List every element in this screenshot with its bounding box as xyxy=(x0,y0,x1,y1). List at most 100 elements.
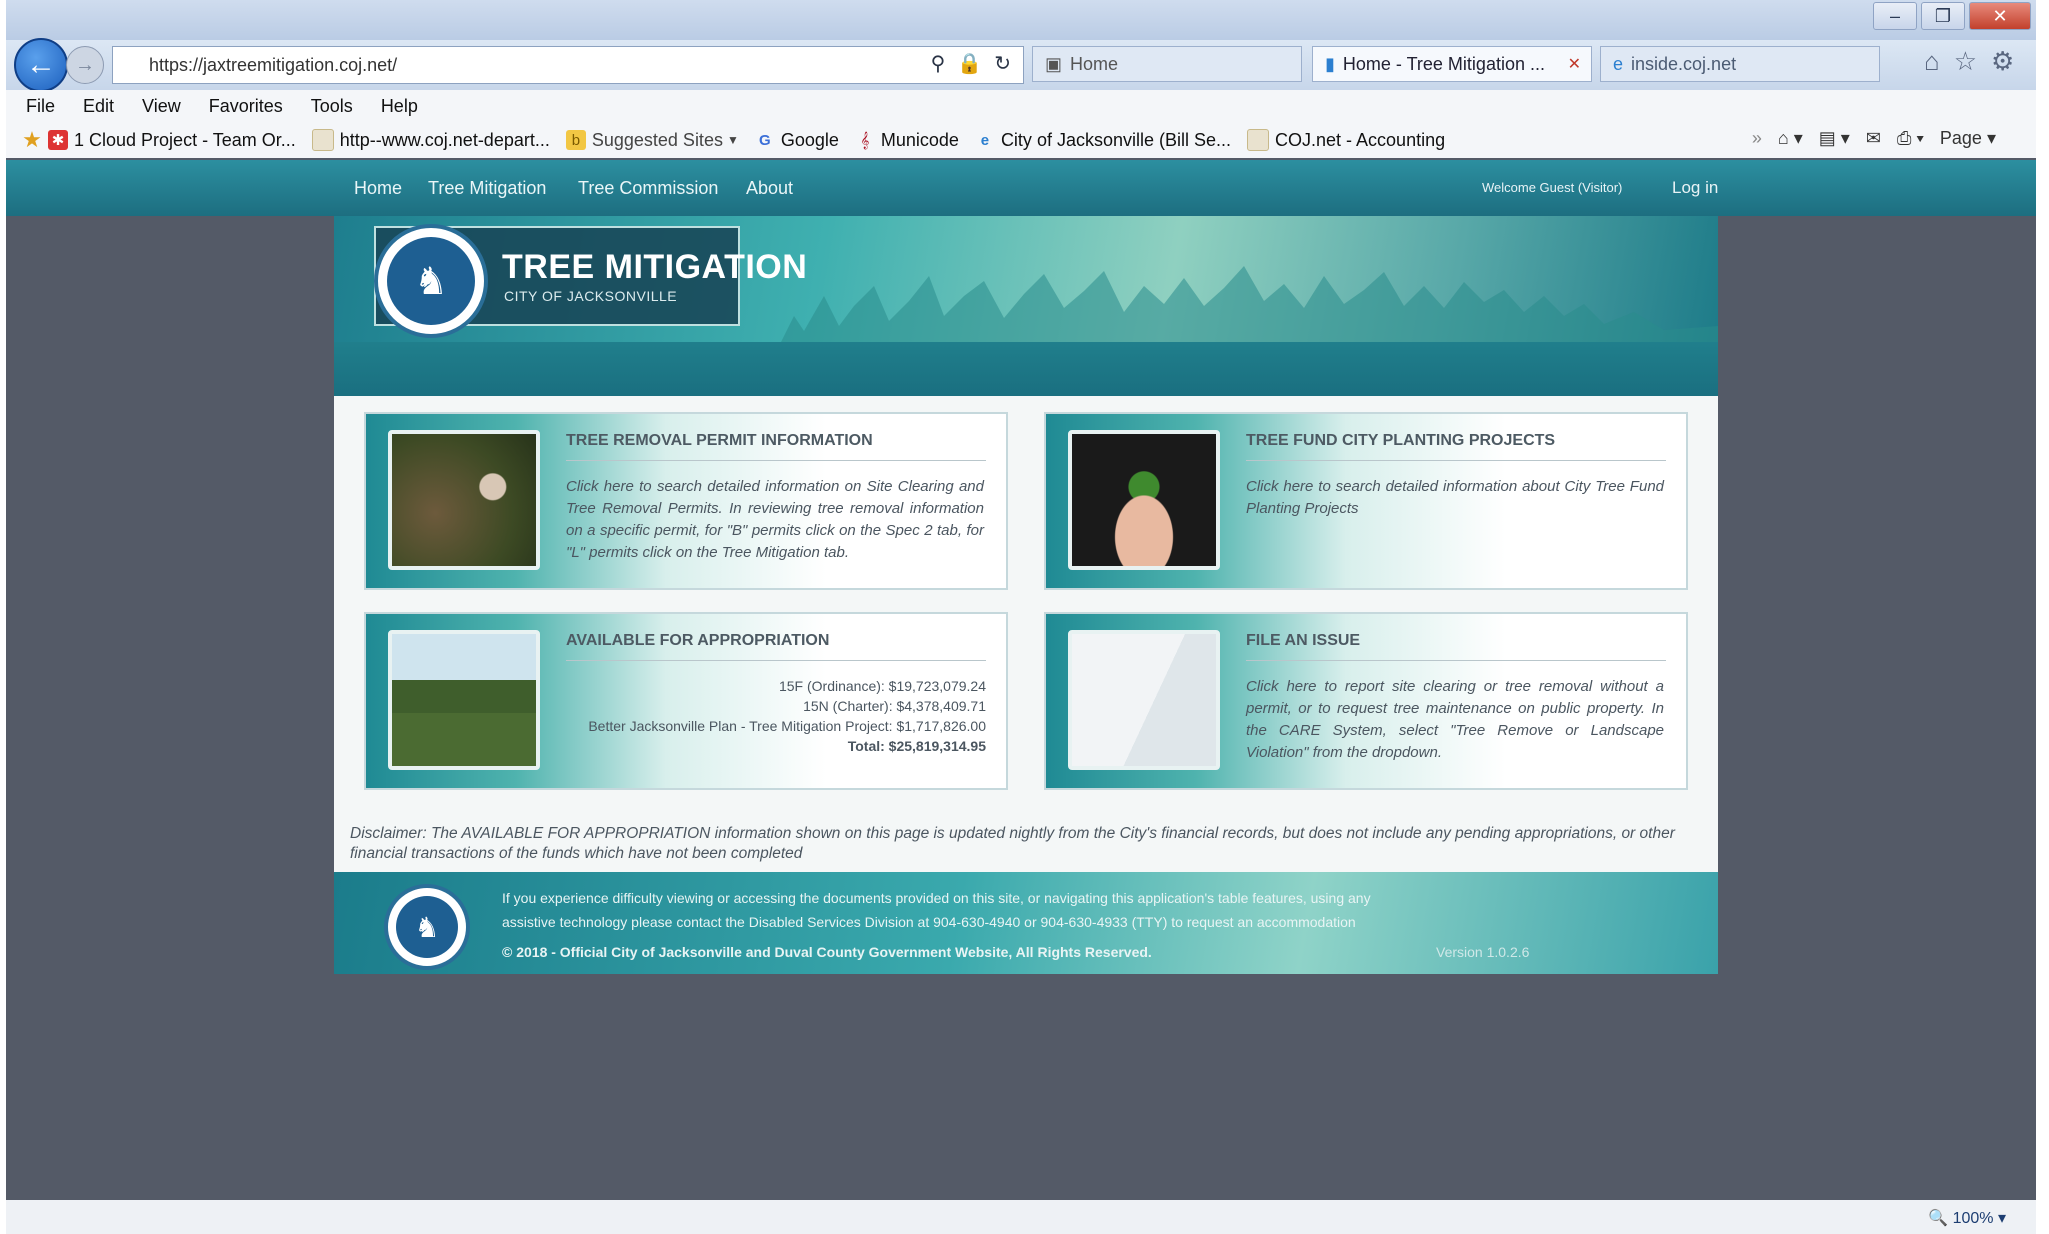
window-controls: – ❐ ✕ xyxy=(1873,2,2031,30)
card-appropriation[interactable]: AVAILABLE FOR APPROPRIATION 15F (Ordinan… xyxy=(364,612,1008,790)
horse-rider-icon: ♞ xyxy=(396,896,458,958)
menu-favorites[interactable]: Favorites xyxy=(209,96,283,117)
forward-button[interactable]: → xyxy=(66,46,104,84)
banner-strip xyxy=(334,342,1718,396)
card-title: TREE FUND CITY PLANTING PROJECTS xyxy=(1246,432,1556,449)
command-bar: » ⌂ ▾ ▤ ▾ ✉ ⎙ ▾ Page ▾ xyxy=(1752,128,1996,149)
address-bar[interactable]: https://jaxtreemitigation.coj.net/ ⚲ 🔒 ↻ xyxy=(112,46,1024,84)
menu-tools[interactable]: Tools xyxy=(311,96,353,117)
menu-view[interactable]: View xyxy=(142,96,181,117)
card-file-issue[interactable]: FILE AN ISSUE Click here to report site … xyxy=(1044,612,1688,790)
nav-home[interactable]: Home xyxy=(354,178,402,199)
more-chevron-icon[interactable]: » xyxy=(1752,128,1762,149)
favorite-label: http--www.coj.net-depart... xyxy=(339,129,550,150)
arrow-left-icon: ← xyxy=(26,48,56,81)
favorite-municode[interactable]: 𝄞 Municode xyxy=(855,129,959,151)
card-body: Click here to report site clearing or tr… xyxy=(1246,678,1664,761)
card-body: Click here to search detailed informatio… xyxy=(1246,478,1664,517)
home-icon[interactable]: ⌂ ▾ xyxy=(1778,128,1803,149)
card-tree-removal[interactable]: TREE REMOVAL PERMIT INFORMATION Click he… xyxy=(364,412,1008,590)
back-button[interactable]: ← xyxy=(14,38,68,92)
nav-about[interactable]: About xyxy=(746,178,793,199)
favorite-coj-depart[interactable]: http--www.coj.net-depart... xyxy=(311,129,550,151)
nav-tree-commission[interactable]: Tree Commission xyxy=(578,178,718,199)
copyright-text: © 2018 - Official City of Jacksonville a… xyxy=(502,944,1152,960)
menu-file[interactable]: File xyxy=(26,96,55,117)
favorite-label: Suggested Sites xyxy=(591,129,723,150)
minimize-button[interactable]: – xyxy=(1873,2,1917,30)
rss-icon[interactable]: ▤ ▾ xyxy=(1819,128,1850,149)
city-seal-logo[interactable]: ♞ xyxy=(374,224,488,338)
close-window-button[interactable]: ✕ xyxy=(1969,2,2031,30)
search-icon[interactable]: ⚲ xyxy=(931,51,946,76)
card-title: AVAILABLE FOR APPROPRIATION xyxy=(566,632,830,649)
favorites-star-icon[interactable]: ★ xyxy=(22,127,42,152)
chevron-down-icon: ▼ xyxy=(726,133,739,147)
ie-icon: e xyxy=(980,131,990,149)
restore-button[interactable]: ❐ xyxy=(1921,2,1965,30)
menu-bar: File Edit View Favorites Tools Help xyxy=(6,90,2036,122)
city-seal-logo: ♞ xyxy=(384,884,470,970)
mail-icon[interactable]: ✉ xyxy=(1866,128,1881,149)
site-page: ♞ TREE MITIGATION CITY OF JACKSONVILLE T… xyxy=(334,216,1718,974)
card-title: TREE REMOVAL PERMIT INFORMATION xyxy=(566,432,873,449)
zoom-level: 100% xyxy=(1952,1210,1994,1227)
page-icon xyxy=(311,129,334,151)
trees-image xyxy=(388,630,540,770)
url-text[interactable]: https://jaxtreemitigation.coj.net/ xyxy=(149,55,397,76)
home-icon[interactable]: ⌂ xyxy=(1924,46,1940,77)
favorite-label: City of Jacksonville (Bill Se... xyxy=(1000,129,1232,150)
appropriation-total: Total: $25,819,314.95 xyxy=(847,738,986,754)
divider xyxy=(1246,660,1666,661)
nav-tree-mitigation[interactable]: Tree Mitigation xyxy=(428,178,546,199)
welcome-text: Welcome Guest (Visitor) xyxy=(1482,180,1623,195)
favorite-label: Google xyxy=(780,129,839,150)
favorite-coj-accounting[interactable]: COJ.net - Accounting xyxy=(1247,129,1445,151)
menu-help[interactable]: Help xyxy=(381,96,418,117)
status-bar: 🔍 100% ▾ xyxy=(6,1200,2036,1234)
refresh-icon[interactable]: ↻ xyxy=(994,51,1011,76)
page-viewport: Home Tree Mitigation Tree Commission Abo… xyxy=(6,158,2036,1200)
favorite-suggested-sites[interactable]: b Suggested Sites ▼ xyxy=(565,129,739,151)
page-icon xyxy=(1247,129,1270,151)
disclaimer-text: Disclaimer: The AVAILABLE FOR APPROPRIAT… xyxy=(350,825,1675,862)
page-menu[interactable]: Page ▾ xyxy=(1940,128,1996,149)
google-icon: G xyxy=(759,131,771,149)
zoom-control[interactable]: 🔍 100% ▾ xyxy=(1928,1208,2006,1228)
site-nav: Home Tree Mitigation Tree Commission Abo… xyxy=(6,160,2036,216)
menu-edit[interactable]: Edit xyxy=(83,96,114,117)
accessibility-text: assistive technology please contact the … xyxy=(502,914,1356,930)
login-link[interactable]: Log in xyxy=(1672,178,1718,198)
print-icon[interactable]: ⎙ ▾ xyxy=(1897,128,1924,149)
tab-inside-coj[interactable]: e inside.coj.net xyxy=(1600,46,1880,82)
favorite-city-jacksonville[interactable]: e City of Jacksonville (Bill Se... xyxy=(975,130,1231,151)
arrow-right-icon: → xyxy=(75,53,95,76)
page-menu-label: Page xyxy=(1939,128,1982,148)
lock-icon[interactable]: 🔒 xyxy=(957,51,982,76)
horse-rider-icon: ♞ xyxy=(387,237,475,325)
favorite-label: Municode xyxy=(880,129,959,150)
tab-label: Home xyxy=(1070,53,1119,74)
site-title: TREE MITIGATION xyxy=(502,248,808,286)
site-subtitle: CITY OF JACKSONVILLE xyxy=(504,288,678,304)
divider xyxy=(1246,460,1666,461)
star-icon[interactable]: ☆ xyxy=(1954,46,1977,77)
gear-icon[interactable]: ⚙ xyxy=(1991,46,2014,77)
cloud-project-icon: ✱ xyxy=(48,130,68,150)
card-tree-fund[interactable]: TREE FUND CITY PLANTING PROJECTS Click h… xyxy=(1044,412,1688,590)
card-title: FILE AN ISSUE xyxy=(1246,632,1361,649)
favorites-bar: ★ ✱ 1 Cloud Project - Team Or... http--w… xyxy=(6,122,2036,158)
page-icon: ▣ xyxy=(1045,53,1063,74)
appropriation-row: 15F (Ordinance): $19,723,079.24 xyxy=(778,678,986,694)
window-titlebar xyxy=(6,0,2036,42)
tab-label: inside.coj.net xyxy=(1631,53,1737,74)
favorite-cloud-project[interactable]: ✱ 1 Cloud Project - Team Or... xyxy=(48,130,296,151)
card-body: Click here to search detailed informatio… xyxy=(566,478,984,561)
tab-tree-mitigation[interactable]: ▮ Home - Tree Mitigation ... ✕ xyxy=(1312,46,1592,82)
tab-home[interactable]: ▣ Home xyxy=(1032,46,1302,82)
browser-toolbar-icons: ⌂ ☆ ⚙ xyxy=(1924,46,2014,77)
favorite-google[interactable]: G Google xyxy=(755,130,839,151)
suggested-sites-icon: b xyxy=(565,130,586,150)
tab-label: Home - Tree Mitigation ... xyxy=(1342,53,1545,74)
close-tab-icon[interactable]: ✕ xyxy=(1568,54,1581,74)
